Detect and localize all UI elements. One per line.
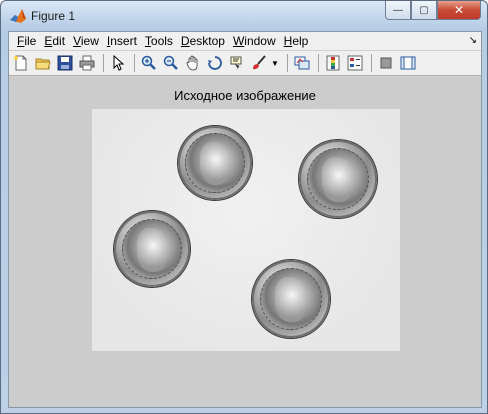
- close-icon: ✕: [453, 3, 465, 17]
- brush-button[interactable]: [249, 53, 269, 73]
- maximize-icon: ▢: [419, 4, 429, 16]
- coin: [299, 140, 377, 218]
- menu-view-label: iew: [80, 34, 99, 48]
- menu-window-accel: W: [232, 34, 245, 48]
- brush-icon: [253, 55, 266, 70]
- data-cursor-icon: [230, 56, 242, 69]
- menu-view[interactable]: View: [69, 34, 103, 48]
- toolbar-separator: [134, 54, 135, 72]
- save-button[interactable]: [55, 53, 75, 73]
- menu-help[interactable]: Help: [280, 34, 313, 48]
- pan-button[interactable]: [183, 53, 203, 73]
- hide-plot-tools-button[interactable]: [376, 53, 396, 73]
- menu-tools[interactable]: Tools: [141, 34, 177, 48]
- select-arrow-icon: [113, 55, 125, 71]
- save-icon: [57, 55, 73, 71]
- minimize-icon: —: [393, 4, 403, 16]
- menu-insert[interactable]: Insert: [103, 34, 141, 48]
- menu-window-label: indow: [244, 34, 276, 48]
- print-button[interactable]: [77, 53, 97, 73]
- title-bar[interactable]: Figure 1 — ▢ ✕: [1, 1, 487, 31]
- figure-toolbar: ▼: [9, 51, 481, 76]
- coin: [114, 211, 190, 287]
- menu-help-accel: H: [283, 34, 293, 48]
- coin-eagle: [322, 157, 356, 203]
- minimize-button[interactable]: —: [385, 1, 411, 20]
- data-cursor-button[interactable]: [227, 53, 247, 73]
- menubar-dock-arrow-icon[interactable]: ↘: [469, 35, 477, 46]
- toolbar-separator: [370, 54, 372, 72]
- rotate-3d-button[interactable]: [205, 53, 225, 73]
- coin-eagle: [275, 277, 309, 323]
- menu-desktop-label: esktop: [189, 34, 225, 48]
- open-file-button[interactable]: [33, 53, 53, 73]
- toolbar-separator: [286, 54, 288, 72]
- zoom-out-icon: [163, 55, 178, 70]
- menu-desktop[interactable]: Desktop: [177, 34, 229, 48]
- colorbar-icon: [326, 55, 340, 71]
- link-plot-icon: [294, 56, 310, 70]
- menu-desktop-accel: D: [180, 34, 190, 48]
- menu-bar: File Edit View Insert Tools Desktop Wind…: [9, 32, 481, 50]
- figure-window: Figure 1 — ▢ ✕ File Edit View Insert Too…: [0, 0, 488, 414]
- new-figure-icon: [14, 55, 27, 71]
- menu-edit-label: dit: [52, 34, 66, 48]
- print-icon: [79, 55, 95, 71]
- close-button[interactable]: ✕: [437, 1, 481, 20]
- zoom-out-button[interactable]: [161, 53, 181, 73]
- rotate-3d-icon: [208, 56, 222, 70]
- link-plot-button[interactable]: [292, 53, 312, 73]
- coin: [252, 260, 330, 338]
- toolbar-separator: [103, 54, 104, 72]
- window-controls: — ▢ ✕: [385, 1, 481, 21]
- hide-plot-tools-icon: [380, 57, 392, 69]
- axes-title: Исходное изображение: [174, 88, 316, 103]
- select-button[interactable]: [108, 53, 128, 73]
- coin: [178, 126, 252, 200]
- maximize-button[interactable]: ▢: [411, 1, 437, 20]
- legend-button[interactable]: [345, 53, 365, 73]
- menu-view-accel: V: [73, 34, 81, 48]
- colorbar-button[interactable]: [323, 53, 343, 73]
- menu-file[interactable]: File: [13, 34, 40, 48]
- matlab-icon: [10, 9, 26, 23]
- menu-window[interactable]: Window: [229, 34, 280, 48]
- new-figure-button[interactable]: [11, 53, 31, 73]
- menu-tools-label: ools: [150, 34, 173, 48]
- pan-hand-icon: [186, 55, 198, 71]
- show-plot-tools-icon: [400, 56, 416, 70]
- coins-image[interactable]: [92, 109, 400, 351]
- coin-eagle: [136, 227, 169, 272]
- zoom-in-button[interactable]: [139, 53, 159, 73]
- menu-insert-label: nsert: [110, 34, 137, 48]
- brush-dropdown-icon[interactable]: ▼: [271, 59, 279, 68]
- menu-file-label: ile: [24, 34, 37, 48]
- show-plot-tools-button[interactable]: [398, 53, 418, 73]
- open-file-icon: [35, 58, 51, 70]
- figure-canvas[interactable]: Исходное изображение: [9, 77, 481, 407]
- menu-edit[interactable]: Edit: [40, 34, 69, 48]
- legend-icon: [347, 55, 363, 71]
- toolbar-separator: [317, 54, 319, 72]
- figure-client-area: File Edit View Insert Tools Desktop Wind…: [8, 31, 482, 408]
- zoom-in-icon: [141, 55, 156, 70]
- window-title: Figure 1: [31, 9, 76, 23]
- menu-help-label: elp: [292, 34, 309, 48]
